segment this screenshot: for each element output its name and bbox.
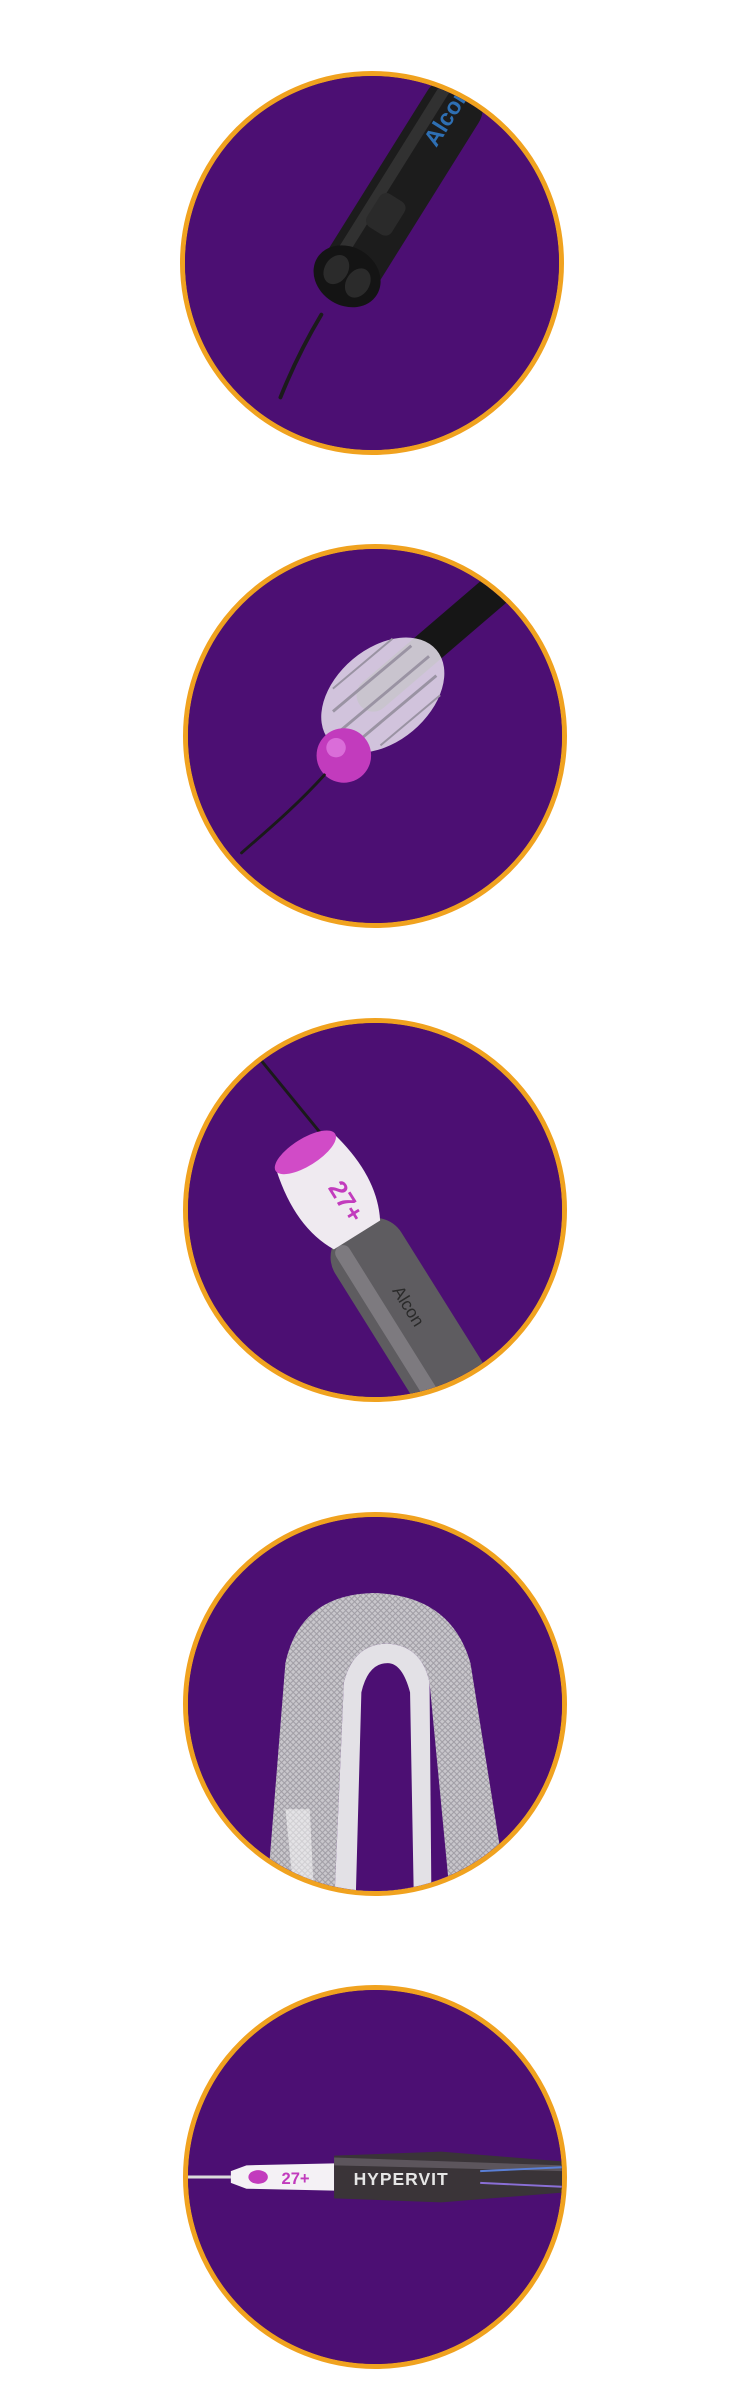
product-disc-5: 27+ HYPERVIT [183,1985,567,2369]
trocar-cannula-icon: 27+ Alcon [188,1023,562,1397]
product-disc-3: 27+ Alcon [183,1018,567,1402]
hypervit-probe-icon: 27+ HYPERVIT [188,1990,562,2364]
product-disc-4 [183,1512,567,1896]
brand-label: HYPERVIT [354,2169,449,2189]
product-disc-1: Alcon TDC [180,71,564,455]
gauge-label: 27+ [282,2169,310,2188]
illuminated-probe-icon [188,549,562,923]
product-disc-2 [183,544,567,928]
knurled-loop-handle-icon [188,1517,562,1891]
probe-handpiece-icon: Alcon TDC [185,76,559,450]
model-label: TDC [467,76,495,107]
